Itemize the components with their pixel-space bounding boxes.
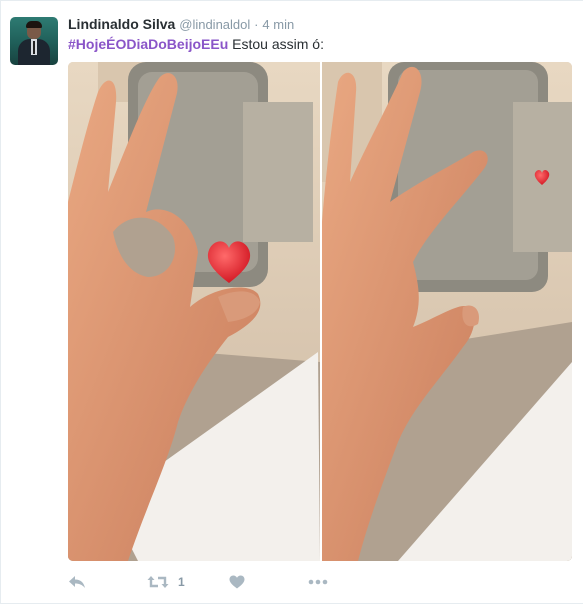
like-button[interactable] — [229, 569, 245, 595]
tweet-header: Lindinaldo Silva @lindinaldol · 4 min — [68, 15, 294, 34]
tweet-actions: 1 — [68, 569, 368, 595]
photo-left-panel — [68, 62, 320, 561]
retweet-icon — [147, 576, 169, 588]
photo-right-panel — [322, 62, 572, 561]
retweet-count: 1 — [178, 575, 185, 589]
tweet-timestamp[interactable]: 4 min — [262, 17, 294, 32]
tweet[interactable]: Lindinaldo Silva @lindinaldol · 4 min #H… — [0, 0, 583, 604]
heart-icon — [229, 575, 245, 589]
avatar-hair — [26, 21, 42, 28]
author-name[interactable]: Lindinaldo Silva — [68, 16, 175, 32]
reply-button[interactable] — [68, 569, 86, 595]
avatar-tie — [33, 41, 35, 54]
author-username[interactable]: @lindinaldol — [179, 17, 250, 32]
tweet-body-text: Estou assim ó: — [232, 36, 324, 52]
reply-icon — [69, 576, 85, 588]
retweet-button[interactable]: 1 — [147, 569, 185, 595]
more-button[interactable] — [308, 569, 328, 595]
more-dots-icon — [308, 579, 328, 585]
photo-collage — [68, 62, 572, 561]
header-separator: · — [254, 17, 259, 32]
hashtag-link[interactable]: #HojeÉODiaDoBeijoEEu — [68, 36, 228, 52]
photo-divider — [320, 62, 322, 561]
avatar[interactable] — [10, 17, 58, 65]
tweet-text: #HojeÉODiaDoBeijoEEu Estou assim ó: — [68, 35, 324, 53]
tweet-photo[interactable] — [68, 62, 572, 561]
